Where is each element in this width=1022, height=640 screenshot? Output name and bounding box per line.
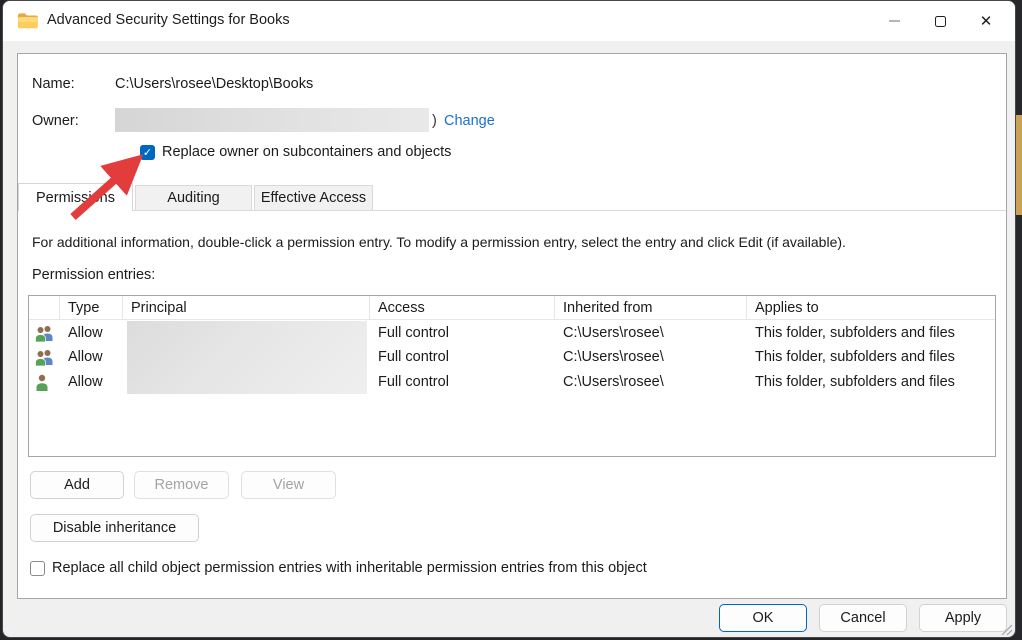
table-header: Type Principal Access Inherited from App… — [29, 296, 995, 320]
minimize-button[interactable] — [871, 1, 917, 41]
add-button[interactable]: Add — [30, 471, 124, 499]
remove-button[interactable]: Remove — [134, 471, 229, 499]
name-label: Name: — [32, 76, 75, 92]
main-panel: Name: C:\Users\rosee\Desktop\Books Owner… — [17, 53, 1007, 599]
cell-type: Allow — [60, 370, 123, 395]
permission-entry-row[interactable]: Allow Full control C:\Users\rosee\ This … — [29, 370, 995, 395]
cancel-button[interactable]: Cancel — [819, 604, 907, 632]
permissions-description: For additional information, double-click… — [32, 234, 846, 250]
name-value: C:\Users\rosee\Desktop\Books — [115, 76, 313, 92]
replace-child-checkbox[interactable] — [30, 561, 45, 576]
permission-entries-table: Type Principal Access Inherited from App… — [28, 295, 996, 457]
owner-value-remnant: ) — [432, 113, 437, 129]
tab-auditing[interactable]: Auditing — [135, 185, 252, 211]
cell-inherited-from: C:\Users\rosee\ — [555, 321, 747, 346]
change-owner-link[interactable]: Change — [444, 113, 495, 129]
background-window-edge — [1015, 0, 1022, 640]
close-icon: ✕ — [980, 14, 993, 29]
window-controls: ✕ — [871, 1, 1009, 41]
column-header-inherited-from[interactable]: Inherited from — [555, 296, 747, 320]
tab-strip-divider — [18, 210, 1006, 211]
tab-permissions[interactable]: Permissions — [18, 183, 133, 211]
advanced-security-settings-dialog: Advanced Security Settings for Books ✕ N… — [2, 0, 1016, 638]
cell-inherited-from: C:\Users\rosee\ — [555, 345, 747, 370]
resize-grip[interactable] — [1000, 623, 1012, 635]
tab-permissions-label: Permissions — [36, 190, 115, 206]
permission-entries-label: Permission entries: — [32, 267, 155, 283]
tab-effective-access[interactable]: Effective Access — [254, 185, 373, 211]
cell-access: Full control — [370, 321, 555, 346]
replace-child-checkbox-row: Replace all child object permission entr… — [30, 560, 647, 576]
cell-applies-to: This folder, subfolders and files — [747, 370, 997, 395]
user-icon — [34, 374, 56, 391]
close-button[interactable]: ✕ — [963, 1, 1009, 41]
column-header-applies-to[interactable]: Applies to — [747, 296, 997, 320]
cell-applies-to: This folder, subfolders and files — [747, 345, 997, 370]
title-bar: Advanced Security Settings for Books ✕ — [3, 1, 1015, 41]
owner-label: Owner: — [32, 113, 79, 129]
cell-access: Full control — [370, 370, 555, 395]
cell-type: Allow — [60, 345, 123, 370]
users-group-icon — [34, 325, 56, 342]
column-header-type[interactable]: Type — [60, 296, 123, 320]
folder-icon — [17, 11, 38, 30]
view-button[interactable]: View — [241, 471, 336, 499]
users-group-icon — [34, 349, 56, 366]
cell-type: Allow — [60, 321, 123, 346]
owner-value-redacted — [115, 108, 429, 132]
background-window-gold-sliver — [1015, 115, 1022, 215]
window-title: Advanced Security Settings for Books — [47, 12, 290, 28]
cell-applies-to: This folder, subfolders and files — [747, 321, 997, 346]
column-header-principal[interactable]: Principal — [123, 296, 370, 320]
maximize-button[interactable] — [917, 1, 963, 41]
permission-entry-row[interactable]: Allow Full control C:\Users\rosee\ This … — [29, 321, 995, 346]
column-header-icon[interactable] — [29, 296, 60, 320]
replace-child-label: Replace all child object permission entr… — [52, 560, 647, 576]
ok-button[interactable]: OK — [719, 604, 807, 632]
cell-access: Full control — [370, 345, 555, 370]
minimize-icon — [889, 20, 900, 22]
tab-auditing-label: Auditing — [167, 190, 219, 206]
disable-inheritance-button[interactable]: Disable inheritance — [30, 514, 199, 542]
column-header-access[interactable]: Access — [370, 296, 555, 320]
apply-button[interactable]: Apply — [919, 604, 1007, 632]
permission-entry-row[interactable]: Allow Full control C:\Users\rosee\ This … — [29, 345, 995, 370]
replace-owner-checkbox[interactable]: ✓ — [140, 145, 155, 160]
cell-inherited-from: C:\Users\rosee\ — [555, 370, 747, 395]
tab-effective-access-label: Effective Access — [261, 190, 366, 206]
replace-owner-label: Replace owner on subcontainers and objec… — [162, 144, 451, 160]
maximize-icon — [935, 16, 946, 27]
replace-owner-checkbox-row: ✓ Replace owner on subcontainers and obj… — [140, 144, 451, 160]
